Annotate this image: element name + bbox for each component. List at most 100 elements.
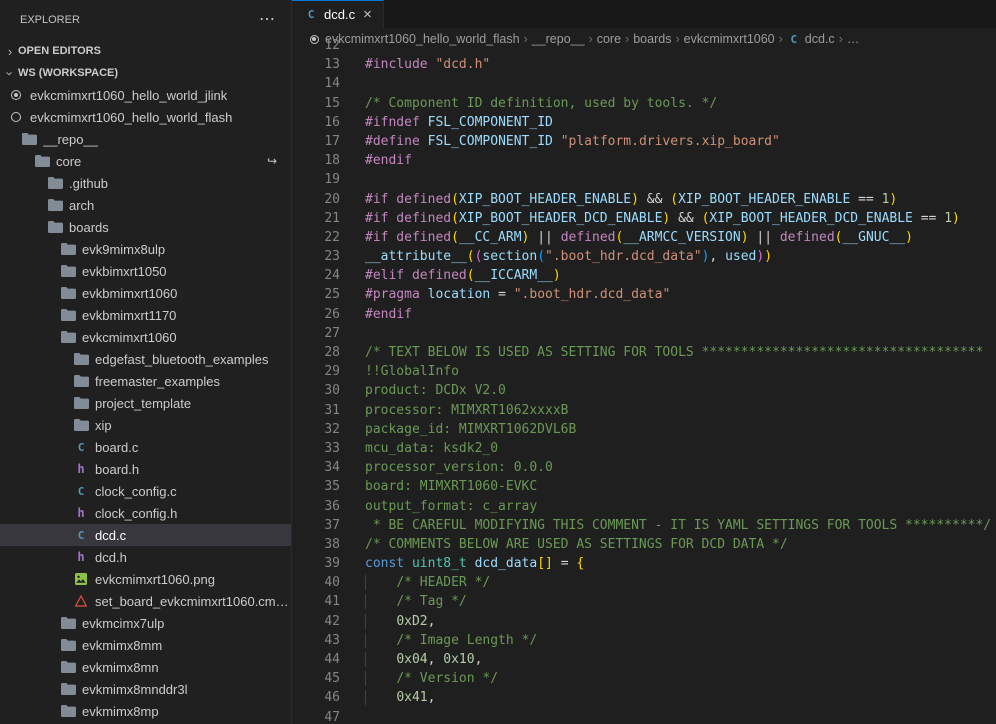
line-number[interactable]: 21 [292, 209, 340, 228]
code-line-37[interactable]: 37 * BE CAREFUL MODIFYING THIS COMMENT -… [292, 516, 996, 535]
code-line-36[interactable]: 36output_format: c_array [292, 497, 996, 516]
code-line-25[interactable]: 25#pragma location = ".boot_hdr.dcd_data… [292, 285, 996, 304]
code-line-27[interactable]: 27 [292, 324, 996, 343]
code-line-44[interactable]: 44 0x04, 0x10, [292, 650, 996, 669]
tree-item-board.c[interactable]: Cboard.c [0, 436, 291, 458]
tree-item-evkbimxrt1050[interactable]: evkbimxrt1050 [0, 260, 291, 282]
tree-item-xip[interactable]: xip [0, 414, 291, 436]
line-number[interactable]: 39 [292, 554, 340, 573]
code-line-24[interactable]: 24#elif defined(__ICCARM__) [292, 266, 996, 285]
code-line-15[interactable]: 15/* Component ID definition, used by to… [292, 94, 996, 113]
line-number[interactable]: 41 [292, 592, 340, 611]
line-number[interactable]: 18 [292, 151, 340, 170]
line-number[interactable]: 31 [292, 401, 340, 420]
line-number[interactable]: 33 [292, 439, 340, 458]
tree-item-evkmimx8mp[interactable]: evkmimx8mp [0, 700, 291, 722]
tree-item-arch[interactable]: arch [0, 194, 291, 216]
line-number[interactable]: 38 [292, 535, 340, 554]
line-number[interactable]: 47 [292, 708, 340, 724]
code-line-45[interactable]: 45 /* Version */ [292, 669, 996, 688]
tree-item-evkmimx8mm[interactable]: evkmimx8mm [0, 634, 291, 656]
line-number[interactable]: 46 [292, 688, 340, 707]
code-line-20[interactable]: 20#if defined(XIP_BOOT_HEADER_ENABLE) &&… [292, 190, 996, 209]
tree-item-boards[interactable]: boards [0, 216, 291, 238]
line-number[interactable]: 22 [292, 228, 340, 247]
tree-item-evkcmimxrt1060_hello_world_jlink[interactable]: evkcmimxrt1060_hello_world_jlink [0, 84, 291, 106]
line-number[interactable]: 15 [292, 94, 340, 113]
tree-item-edgefast_bluetooth_examples[interactable]: edgefast_bluetooth_examples [0, 348, 291, 370]
open-editors-section-header[interactable]: › OPEN EDITORS [0, 40, 291, 62]
code-line-17[interactable]: 17#define FSL_COMPONENT_ID "platform.dri… [292, 132, 996, 151]
line-number[interactable]: 19 [292, 170, 340, 189]
tree-item-freemaster_examples[interactable]: freemaster_examples [0, 370, 291, 392]
line-number[interactable]: 28 [292, 343, 340, 362]
tree-item-evkmimx8mn[interactable]: evkmimx8mn [0, 656, 291, 678]
line-number[interactable]: 23 [292, 247, 340, 266]
line-number[interactable]: 13 [292, 55, 340, 74]
code-line-19[interactable]: 19 [292, 170, 996, 189]
code-line-40[interactable]: 40 /* HEADER */ [292, 573, 996, 592]
close-icon[interactable]: × [363, 7, 372, 22]
tree-item-__repo__[interactable]: __repo__ [0, 128, 291, 150]
line-number[interactable]: 37 [292, 516, 340, 535]
tree-item-set_board_evkcmimxrt1060.cmake[interactable]: set_board_evkcmimxrt1060.cmake [0, 590, 291, 612]
tree-item-clock_config.c[interactable]: Cclock_config.c [0, 480, 291, 502]
line-number[interactable]: 40 [292, 573, 340, 592]
code-line-16[interactable]: 16#ifndef FSL_COMPONENT_ID [292, 113, 996, 132]
code-line-31[interactable]: 31processor: MIMXRT1062xxxxB [292, 401, 996, 420]
line-number[interactable]: 27 [292, 324, 340, 343]
line-number[interactable]: 45 [292, 669, 340, 688]
code-line-26[interactable]: 26#endif [292, 305, 996, 324]
code-line-12[interactable]: 12 [292, 36, 996, 55]
tree-item-evkmimx8mnddr3l[interactable]: evkmimx8mnddr3l [0, 678, 291, 700]
tree-item-.github[interactable]: .github [0, 172, 291, 194]
tree-item-evkmcimx7ulp[interactable]: evkmcimx7ulp [0, 612, 291, 634]
line-number[interactable]: 32 [292, 420, 340, 439]
line-number[interactable]: 35 [292, 477, 340, 496]
tree-item-evkbmimxrt1170[interactable]: evkbmimxrt1170 [0, 304, 291, 326]
code-line-23[interactable]: 23__attribute__((section(".boot_hdr.dcd_… [292, 247, 996, 266]
code-line-33[interactable]: 33mcu_data: ksdk2_0 [292, 439, 996, 458]
tree-item-dcd.h[interactable]: hdcd.h [0, 546, 291, 568]
tree-item-core[interactable]: core↪ [0, 150, 291, 172]
code-line-41[interactable]: 41 /* Tag */ [292, 592, 996, 611]
tree-item-evkcmimxrt1060_hello_world_flash[interactable]: evkcmimxrt1060_hello_world_flash [0, 106, 291, 128]
code-line-32[interactable]: 32package_id: MIMXRT1062DVL6B [292, 420, 996, 439]
line-number[interactable]: 25 [292, 285, 340, 304]
tree-item-clock_config.h[interactable]: hclock_config.h [0, 502, 291, 524]
code-line-29[interactable]: 29!!GlobalInfo [292, 362, 996, 381]
line-number[interactable]: 36 [292, 497, 340, 516]
line-number[interactable]: 24 [292, 266, 340, 285]
code-line-42[interactable]: 42 0xD2, [292, 612, 996, 631]
code-line-34[interactable]: 34processor_version: 0.0.0 [292, 458, 996, 477]
line-number[interactable]: 14 [292, 74, 340, 93]
tree-item-dcd.c[interactable]: Cdcd.c [0, 524, 291, 546]
code-line-46[interactable]: 46 0x41, [292, 688, 996, 707]
code-editor[interactable]: 1213#include "dcd.h"1415/* Component ID … [292, 36, 996, 724]
tree-item-evkbmimxrt1060[interactable]: evkbmimxrt1060 [0, 282, 291, 304]
tree-item-evk9mimx8ulp[interactable]: evk9mimx8ulp [0, 238, 291, 260]
code-line-21[interactable]: 21#if defined(XIP_BOOT_HEADER_DCD_ENABLE… [292, 209, 996, 228]
code-line-47[interactable]: 47 [292, 708, 996, 724]
code-line-39[interactable]: 39const uint8_t dcd_data[] = { [292, 554, 996, 573]
line-number[interactable]: 20 [292, 190, 340, 209]
tree-item-evkcmimxrt1060[interactable]: evkcmimxrt1060 [0, 326, 291, 348]
line-number[interactable]: 17 [292, 132, 340, 151]
tree-item-evkcmimxrt1060.png[interactable]: evkcmimxrt1060.png [0, 568, 291, 590]
line-number[interactable]: 44 [292, 650, 340, 669]
line-number[interactable]: 34 [292, 458, 340, 477]
code-line-35[interactable]: 35board: MIMXRT1060-EVKC [292, 477, 996, 496]
code-line-38[interactable]: 38/* COMMENTS BELOW ARE USED AS SETTINGS… [292, 535, 996, 554]
line-number[interactable]: 29 [292, 362, 340, 381]
code-line-43[interactable]: 43 /* Image Length */ [292, 631, 996, 650]
tree-item-project_template[interactable]: project_template [0, 392, 291, 414]
code-line-13[interactable]: 13#include "dcd.h" [292, 55, 996, 74]
line-number[interactable]: 42 [292, 612, 340, 631]
line-number[interactable]: 16 [292, 113, 340, 132]
line-number[interactable]: 26 [292, 305, 340, 324]
line-number[interactable]: 30 [292, 381, 340, 400]
more-actions-icon[interactable]: ⋯ [259, 12, 275, 28]
tree-item-board.h[interactable]: hboard.h [0, 458, 291, 480]
code-line-18[interactable]: 18#endif [292, 151, 996, 170]
code-line-28[interactable]: 28/* TEXT BELOW IS USED AS SETTING FOR T… [292, 343, 996, 362]
